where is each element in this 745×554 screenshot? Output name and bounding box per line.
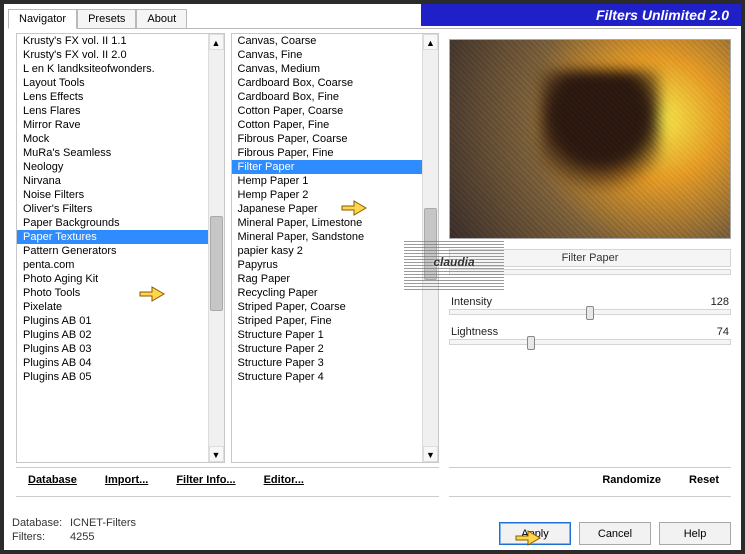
list-item[interactable]: Rag Paper — [232, 272, 423, 286]
list-item[interactable]: Canvas, Coarse — [232, 34, 423, 48]
filter-list[interactable]: Canvas, CoarseCanvas, FineCanvas, Medium… — [231, 33, 440, 463]
randomize-link[interactable]: Randomize — [602, 474, 661, 490]
preview-divider — [449, 269, 731, 275]
category-list[interactable]: Krusty's FX vol. II 1.1Krusty's FX vol. … — [16, 33, 225, 463]
filter-scroll-thumb[interactable] — [424, 208, 437, 279]
status-db-label: Database: — [12, 516, 70, 530]
list-item[interactable]: Cotton Paper, Fine — [232, 118, 423, 132]
list-item[interactable]: Plugins AB 01 — [17, 314, 208, 328]
scroll-up-icon[interactable]: ▲ — [423, 34, 438, 50]
apply-button[interactable]: Apply — [499, 522, 571, 545]
list-item[interactable]: Lens Effects — [17, 90, 208, 104]
preview-pane: Filter Paper Intensity 128 Lightness 74 — [449, 39, 731, 353]
param-label: Lightness — [451, 326, 498, 338]
tab-about[interactable]: About — [136, 9, 187, 29]
list-item[interactable]: Plugins AB 05 — [17, 370, 208, 384]
import-link[interactable]: Import... — [105, 474, 148, 490]
list-item[interactable]: Papyrus — [232, 258, 423, 272]
bottom-toolbar-left: Database Import... Filter Info... Editor… — [16, 467, 439, 497]
list-item[interactable]: Cardboard Box, Coarse — [232, 76, 423, 90]
list-item[interactable]: Striped Paper, Fine — [232, 314, 423, 328]
editor-link[interactable]: Editor... — [264, 474, 304, 490]
tab-strip: Navigator Presets About — [8, 8, 187, 28]
lists-row: Krusty's FX vol. II 1.1Krusty's FX vol. … — [16, 33, 439, 463]
list-item[interactable]: Mock — [17, 132, 208, 146]
list-item[interactable]: papier kasy 2 — [232, 244, 423, 258]
category-scroll-thumb[interactable] — [210, 216, 223, 311]
list-item[interactable]: Canvas, Medium — [232, 62, 423, 76]
list-item[interactable]: Krusty's FX vol. II 2.0 — [17, 48, 208, 62]
list-item[interactable]: L en K landksiteofwonders. — [17, 62, 208, 76]
tab-presets[interactable]: Presets — [77, 9, 136, 29]
slider-thumb[interactable] — [586, 306, 594, 320]
reset-link[interactable]: Reset — [689, 474, 719, 490]
list-item[interactable]: Striped Paper, Coarse — [232, 300, 423, 314]
help-button[interactable]: Help — [659, 522, 731, 545]
intensity-slider[interactable] — [449, 309, 731, 315]
list-item[interactable]: penta.com — [17, 258, 208, 272]
list-item[interactable]: Photo Tools — [17, 286, 208, 300]
list-item[interactable]: Paper Backgrounds — [17, 216, 208, 230]
scroll-down-icon[interactable]: ▼ — [423, 446, 438, 462]
list-item[interactable]: MuRa's Seamless — [17, 146, 208, 160]
slider-thumb[interactable] — [527, 336, 535, 350]
params: Intensity 128 Lightness 74 — [449, 293, 731, 345]
status-filters-label: Filters: — [12, 530, 70, 544]
current-filter-label: Filter Paper — [449, 249, 731, 267]
list-item[interactable]: Photo Aging Kit — [17, 272, 208, 286]
bottom-toolbar-right: Randomize Reset — [449, 467, 731, 497]
list-item[interactable]: Pattern Generators — [17, 244, 208, 258]
cancel-button[interactable]: Cancel — [579, 522, 651, 545]
content-area: Krusty's FX vol. II 1.1Krusty's FX vol. … — [8, 28, 737, 514]
scroll-up-icon[interactable]: ▲ — [209, 34, 224, 50]
list-item[interactable]: Japanese Paper — [232, 202, 423, 216]
param-label: Intensity — [451, 296, 492, 308]
tab-navigator[interactable]: Navigator — [8, 9, 77, 29]
param-value: 74 — [717, 326, 729, 338]
status-bar: Database:ICNET-Filters Filters:4255 — [12, 516, 136, 544]
list-item[interactable]: Fibrous Paper, Fine — [232, 146, 423, 160]
list-item[interactable]: Plugins AB 04 — [17, 356, 208, 370]
list-item[interactable]: Oliver's Filters — [17, 202, 208, 216]
list-item[interactable]: Noise Filters — [17, 188, 208, 202]
database-link[interactable]: Database — [28, 474, 77, 490]
filter-scrollbar[interactable]: ▲ ▼ — [422, 34, 438, 462]
app-window: Filters Unlimited 2.0 Navigator Presets … — [0, 0, 745, 554]
list-item[interactable]: Pixelate — [17, 300, 208, 314]
list-item[interactable]: Structure Paper 3 — [232, 356, 423, 370]
list-item[interactable]: Lens Flares — [17, 104, 208, 118]
list-item[interactable]: Canvas, Fine — [232, 48, 423, 62]
list-item[interactable]: Neology — [17, 160, 208, 174]
list-item[interactable]: Plugins AB 03 — [17, 342, 208, 356]
list-item[interactable]: Layout Tools — [17, 76, 208, 90]
lightness-slider[interactable] — [449, 339, 731, 345]
list-item[interactable]: Hemp Paper 2 — [232, 188, 423, 202]
list-item[interactable]: Nirvana — [17, 174, 208, 188]
list-item[interactable]: Mirror Rave — [17, 118, 208, 132]
list-item[interactable]: Recycling Paper — [232, 286, 423, 300]
list-item[interactable]: Cotton Paper, Coarse — [232, 104, 423, 118]
list-item[interactable]: Filter Paper — [232, 160, 423, 174]
param-value: 128 — [711, 296, 729, 308]
list-item[interactable]: Structure Paper 4 — [232, 370, 423, 384]
list-item[interactable]: Fibrous Paper, Coarse — [232, 132, 423, 146]
list-item[interactable]: Structure Paper 2 — [232, 342, 423, 356]
scroll-down-icon[interactable]: ▼ — [209, 446, 224, 462]
list-item[interactable]: Hemp Paper 1 — [232, 174, 423, 188]
dialog-buttons: Apply Cancel Help — [499, 522, 731, 545]
status-db-value: ICNET-Filters — [70, 517, 136, 529]
list-item[interactable]: Krusty's FX vol. II 1.1 — [17, 34, 208, 48]
app-title: Filters Unlimited 2.0 — [421, 4, 741, 26]
status-filters-value: 4255 — [70, 531, 94, 543]
list-item[interactable]: Structure Paper 1 — [232, 328, 423, 342]
list-item[interactable]: Mineral Paper, Limestone — [232, 216, 423, 230]
filter-info-link[interactable]: Filter Info... — [176, 474, 235, 490]
list-item[interactable]: Mineral Paper, Sandstone — [232, 230, 423, 244]
list-item[interactable]: Cardboard Box, Fine — [232, 90, 423, 104]
preview-image — [449, 39, 731, 239]
list-item[interactable]: Paper Textures — [17, 230, 208, 244]
list-item[interactable]: Plugins AB 02 — [17, 328, 208, 342]
category-scrollbar[interactable]: ▲ ▼ — [208, 34, 224, 462]
